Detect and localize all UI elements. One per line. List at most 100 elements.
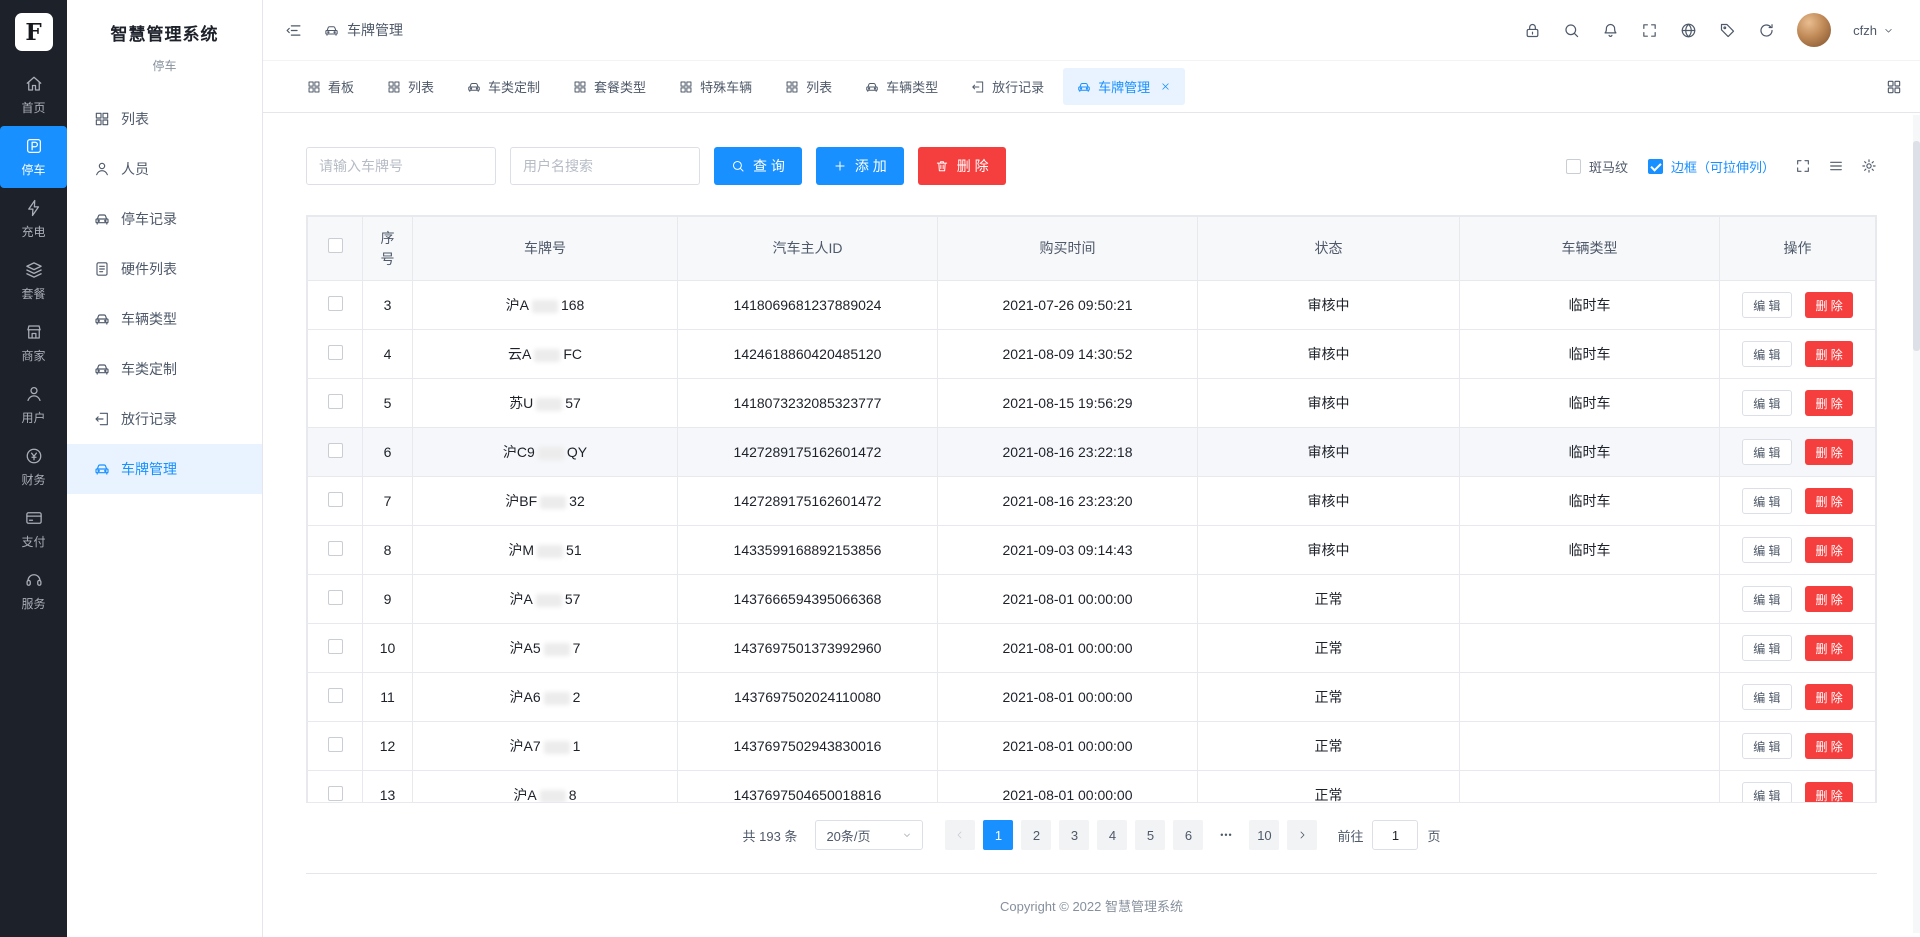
sidebar-item[interactable]: 放行记录 [67,394,262,444]
row-delete-button[interactable]: 删 除 [1805,439,1852,465]
tab[interactable]: 列表 [771,68,846,105]
edit-button[interactable]: 编 辑 [1742,733,1791,759]
rail-item[interactable]: 支付 [0,498,67,560]
expand-icon[interactable] [1795,158,1811,174]
rail-item[interactable]: 首页 [0,64,67,126]
next-page-button[interactable] [1287,820,1317,850]
search-button[interactable]: 查 询 [714,147,802,185]
rail-item[interactable]: 用户 [0,374,67,436]
tag-icon[interactable] [1719,22,1736,39]
delete-button[interactable]: 删 除 [918,147,1006,185]
search-icon[interactable] [1563,22,1580,39]
row-delete-button[interactable]: 删 除 [1805,782,1852,803]
gear-icon[interactable] [1861,158,1877,174]
sidebar-item[interactable]: 车类定制 [67,344,262,394]
close-icon[interactable] [1160,81,1171,92]
row-delete-button[interactable]: 删 除 [1805,390,1852,416]
checkbox-icon[interactable] [1648,159,1663,174]
page-button[interactable]: 10 [1249,820,1279,850]
rail-item[interactable]: 停车 [0,126,67,188]
row-delete-button[interactable]: 删 除 [1805,635,1852,661]
sidebar-item[interactable]: 车牌管理 [67,444,262,494]
plate-search-input[interactable] [306,147,496,185]
tab[interactable]: 特殊车辆 [665,68,766,105]
checkbox-icon[interactable] [1566,159,1581,174]
page-button[interactable]: ••• [1211,820,1241,850]
tab[interactable]: 车辆类型 [851,68,952,105]
collapse-icon[interactable] [285,22,302,39]
edit-button[interactable]: 编 辑 [1742,341,1791,367]
row-checkbox[interactable] [328,590,343,605]
page-button[interactable]: 6 [1173,820,1203,850]
sidebar-item[interactable]: 列表 [67,94,262,144]
expand-icon[interactable] [1641,22,1658,39]
select-all-checkbox[interactable] [328,238,343,253]
edit-button[interactable]: 编 辑 [1742,488,1791,514]
page-button[interactable]: 2 [1021,820,1051,850]
goto-page-input[interactable] [1372,820,1418,850]
edit-button[interactable]: 编 辑 [1742,586,1791,612]
sidebar-item[interactable]: 车辆类型 [67,294,262,344]
edit-button[interactable]: 编 辑 [1742,292,1791,318]
refresh-icon[interactable] [1758,22,1775,39]
lock-icon[interactable] [1524,22,1541,39]
edit-button[interactable]: 编 辑 [1742,439,1791,465]
tab[interactable]: 放行记录 [957,68,1058,105]
row-delete-button[interactable]: 删 除 [1805,586,1852,612]
edit-button[interactable]: 编 辑 [1742,782,1791,803]
edit-button[interactable]: 编 辑 [1742,684,1791,710]
border-checkbox[interactable]: 边框（可拉伸列） [1648,157,1775,176]
username-search-input[interactable] [510,147,700,185]
rail-item[interactable]: 商家 [0,312,67,374]
list-icon[interactable] [1828,158,1844,174]
page-button[interactable]: 1 [983,820,1013,850]
app-logo[interactable]: F [0,0,67,64]
row-checkbox[interactable] [328,296,343,311]
tab[interactable]: 车类定制 [453,68,554,105]
user-menu[interactable]: cfzh [1853,23,1894,38]
row-delete-button[interactable]: 删 除 [1805,733,1852,759]
tab[interactable]: 车牌管理 [1063,68,1185,105]
row-checkbox[interactable] [328,492,343,507]
page-button[interactable]: 5 [1135,820,1165,850]
edit-button[interactable]: 编 辑 [1742,635,1791,661]
tab[interactable]: 套餐类型 [559,68,660,105]
prev-page-button[interactable] [945,820,975,850]
page-size-select[interactable]: 20条/页 [815,820,923,850]
scrollbar[interactable] [1913,115,1920,933]
row-checkbox[interactable] [328,443,343,458]
scrollbar-thumb[interactable] [1913,141,1920,351]
row-checkbox[interactable] [328,345,343,360]
row-checkbox[interactable] [328,737,343,752]
page-button[interactable]: 3 [1059,820,1089,850]
edit-button[interactable]: 编 辑 [1742,390,1791,416]
bell-icon[interactable] [1602,22,1619,39]
row-checkbox[interactable] [328,786,343,801]
sidebar-item[interactable]: 人员 [67,144,262,194]
zebra-checkbox[interactable]: 斑马纹 [1566,157,1628,176]
cell-actions: 编 辑 删 除 [1720,428,1876,477]
sidebar-item[interactable]: 硬件列表 [67,244,262,294]
row-delete-button[interactable]: 删 除 [1805,341,1852,367]
translate-icon[interactable] [1680,22,1697,39]
row-delete-button[interactable]: 删 除 [1805,684,1852,710]
edit-button[interactable]: 编 辑 [1742,537,1791,563]
row-delete-button[interactable]: 删 除 [1805,488,1852,514]
rail-item[interactable]: 充电 [0,188,67,250]
avatar[interactable] [1797,13,1831,47]
rail-item[interactable]: 财务 [0,436,67,498]
row-delete-button[interactable]: 删 除 [1805,292,1852,318]
rail-item[interactable]: 服务 [0,560,67,622]
row-checkbox[interactable] [328,688,343,703]
row-checkbox[interactable] [328,541,343,556]
add-button[interactable]: 添 加 [816,147,904,185]
sidebar-item[interactable]: 停车记录 [67,194,262,244]
tab[interactable]: 列表 [373,68,448,105]
row-checkbox[interactable] [328,639,343,654]
apps-icon[interactable] [1886,79,1902,95]
rail-item[interactable]: 套餐 [0,250,67,312]
tab[interactable]: 看板 [293,68,368,105]
page-button[interactable]: 4 [1097,820,1127,850]
row-delete-button[interactable]: 删 除 [1805,537,1852,563]
row-checkbox[interactable] [328,394,343,409]
